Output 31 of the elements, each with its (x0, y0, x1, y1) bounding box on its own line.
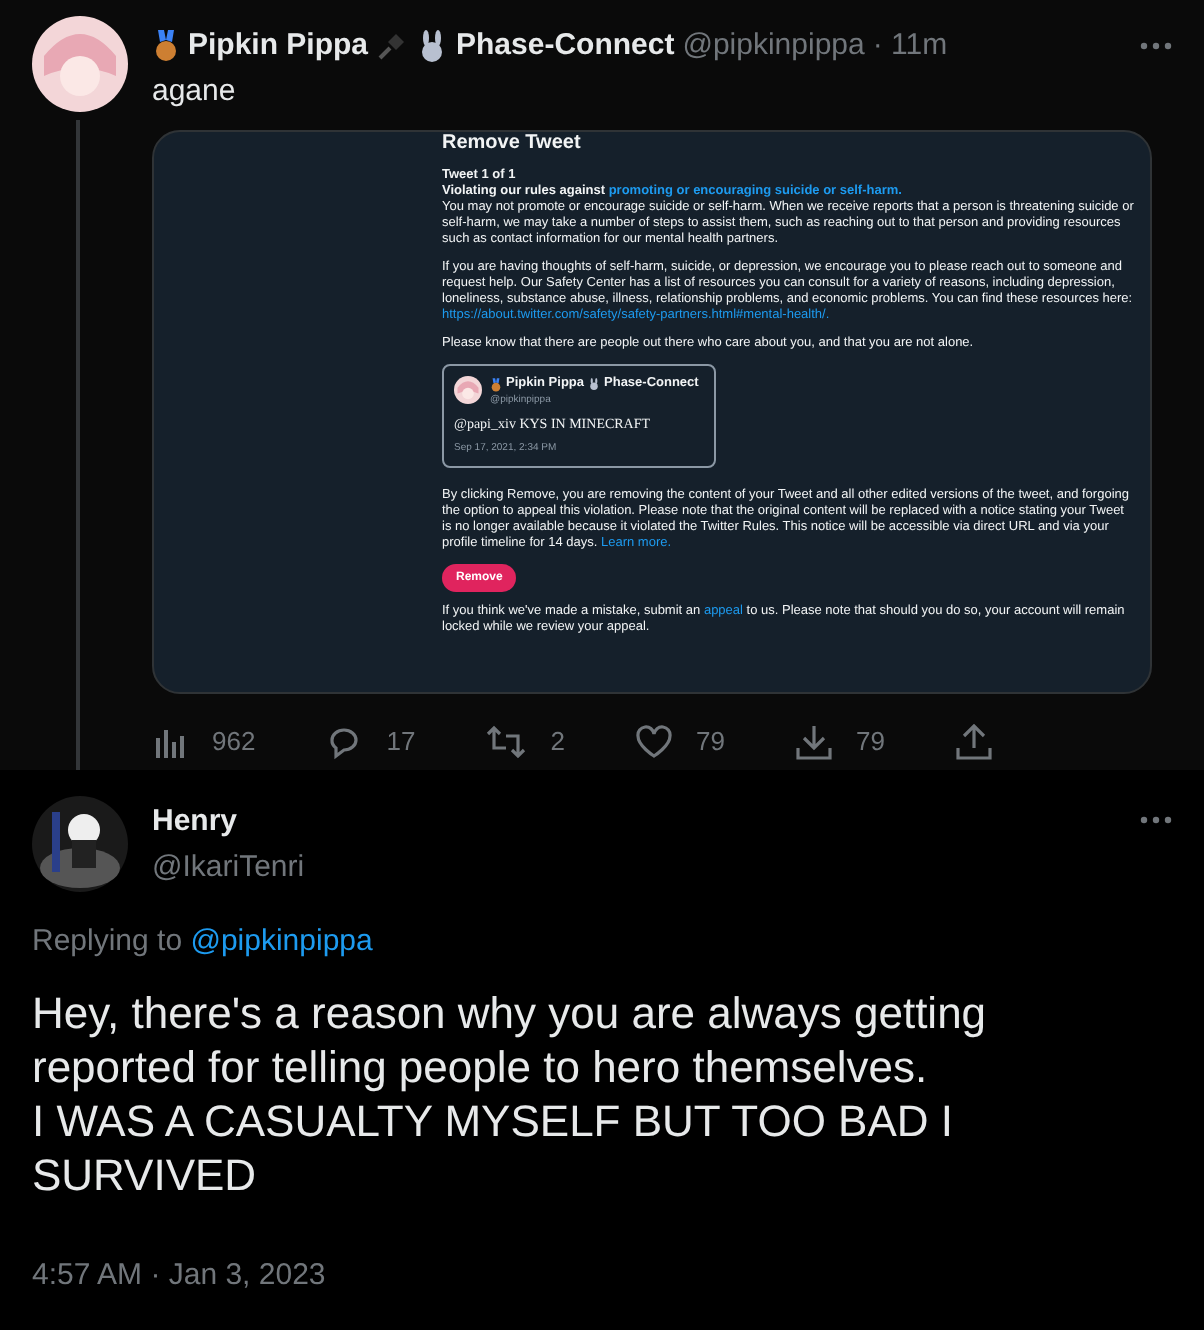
quoted-avatar[interactable] (454, 376, 482, 404)
attached-screenshot[interactable] (152, 130, 1152, 694)
more-icon[interactable] (1140, 816, 1172, 824)
affiliation: Phase-Connect (456, 26, 675, 66)
handle: @IkariTenri (152, 847, 307, 887)
action-count: 2 (550, 724, 565, 760)
action-count: 79 (696, 724, 725, 760)
more-icon[interactable] (1140, 42, 1172, 51)
action-count: 962 (212, 724, 256, 760)
handle: @pipkinpippa (682, 26, 865, 66)
avatar[interactable] (32, 796, 128, 892)
action-count: 79 (856, 724, 885, 760)
download-icon[interactable] (796, 723, 832, 760)
tweet-text: agane (152, 71, 238, 111)
share-icon[interactable] (956, 723, 992, 760)
reply-timestamp: 4:57 AM · Jan 3, 2023 (32, 1255, 328, 1295)
reply-text: Hey, there's a reason why you are always getting reported for telling people to hero themselves. I WAS A CASUALTY MYSELF BUT TOO BAD I SURVIVED (32, 985, 989, 1201)
mention-link[interactable]: @pipkinpippa (190, 924, 373, 958)
timestamp: · 11m (872, 26, 948, 66)
display-name[interactable]: Henry (152, 800, 1116, 845)
display-name[interactable]: Pipkin Pippa (188, 24, 369, 69)
action-count: 17 (386, 724, 416, 760)
heart-icon[interactable] (636, 723, 672, 760)
retweet-icon[interactable] (486, 723, 527, 760)
reply-icon[interactable] (326, 723, 363, 760)
rabbit-icon (588, 378, 601, 390)
medal-icon (152, 30, 180, 63)
dialog-title: Remove Tweet (442, 132, 583, 156)
replying-to: Replying to @pipkinpippa (32, 922, 375, 962)
medal-icon (490, 377, 502, 391)
avatar[interactable] (32, 16, 128, 112)
